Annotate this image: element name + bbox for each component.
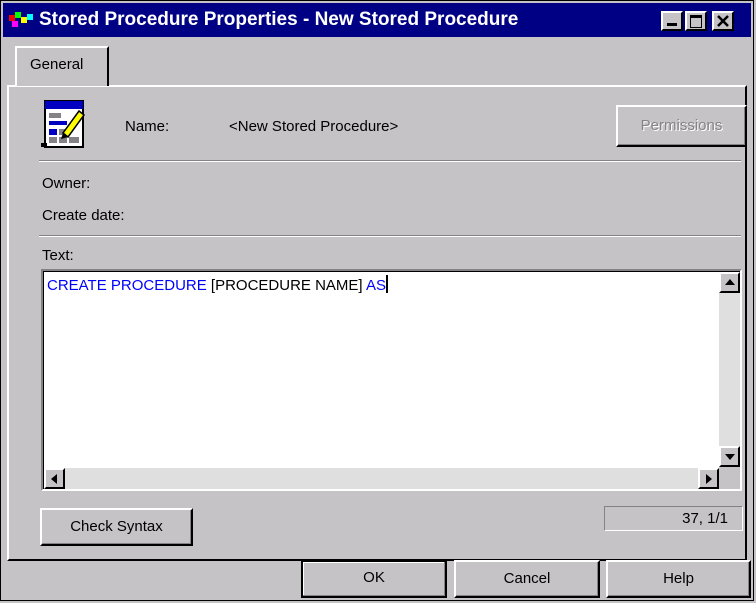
window-title: Stored Procedure Properties - New Stored… (39, 9, 519, 30)
check-syntax-label: Check Syntax (70, 518, 163, 535)
scroll-down-button[interactable] (719, 446, 740, 467)
name-value: <New Stored Procedure> (229, 118, 399, 135)
code-keyword-as: AS (365, 277, 386, 294)
scroll-right-button[interactable] (698, 468, 719, 489)
permissions-label: Permissions (640, 117, 723, 134)
text-label: Text: (42, 247, 74, 264)
ok-label: OK (363, 569, 385, 586)
create-date-label: Create date: (42, 207, 125, 224)
text-caret (385, 275, 388, 293)
code-line-1[interactable]: CREATE PROCEDURE [PROCEDURE NAME] AS (47, 275, 388, 294)
separator-2 (39, 235, 741, 237)
arrow-down-icon (725, 454, 735, 460)
arrow-right-icon (706, 474, 712, 484)
vertical-scrollbar[interactable] (719, 272, 740, 467)
title-bar[interactable]: Stored Procedure Properties - New Stored… (3, 3, 751, 37)
permissions-button[interactable]: Permissions (616, 105, 747, 147)
cursor-position-status: 37, 1/1 (604, 506, 743, 531)
arrow-up-icon (725, 279, 735, 285)
app-icon (9, 12, 33, 27)
code-keyword-create: CREATE PROCEDURE (47, 277, 207, 294)
dialog-window: Stored Procedure Properties - New Stored… (0, 0, 754, 601)
scroll-up-button[interactable] (719, 272, 740, 293)
separator-1 (39, 160, 741, 162)
ok-button[interactable]: OK (301, 560, 447, 598)
code-procedure-name: [PROCEDURE NAME] (206, 277, 366, 294)
name-label: Name: (125, 118, 170, 135)
sql-text-editor[interactable]: CREATE PROCEDURE [PROCEDURE NAME] AS (41, 269, 742, 491)
maximize-icon[interactable] (685, 11, 707, 31)
close-icon[interactable] (712, 11, 734, 31)
arrow-left-icon (51, 474, 57, 484)
owner-label: Owner: (42, 175, 91, 192)
minimize-icon[interactable] (661, 11, 683, 31)
cancel-label: Cancel (503, 570, 551, 587)
stored-procedure-icon (41, 100, 86, 148)
scrollbar-corner (719, 467, 740, 489)
cancel-button[interactable]: Cancel (454, 560, 600, 598)
help-label: Help (663, 570, 694, 587)
tab-general[interactable]: General (15, 46, 109, 86)
tab-general-label: General (30, 56, 84, 73)
help-button[interactable]: Help (606, 560, 751, 598)
editor-frame: CREATE PROCEDURE [PROCEDURE NAME] AS (43, 271, 740, 489)
scroll-left-button[interactable] (44, 468, 65, 489)
check-syntax-button[interactable]: Check Syntax (40, 508, 193, 546)
horizontal-scrollbar[interactable] (44, 468, 719, 489)
